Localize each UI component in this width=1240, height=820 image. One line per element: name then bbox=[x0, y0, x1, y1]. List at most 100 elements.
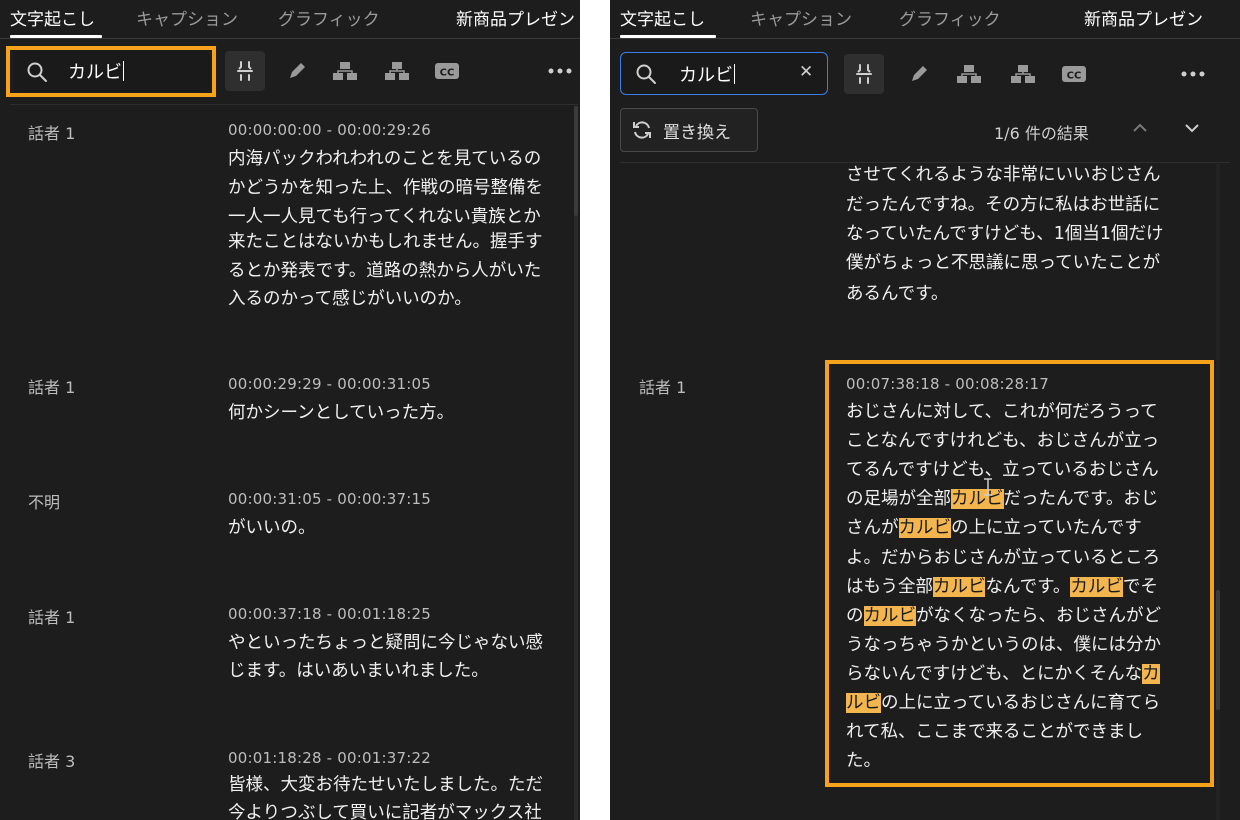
more-icon bbox=[1181, 71, 1205, 77]
transcript-line[interactable]: らないんですけども、とにかくそんなカ bbox=[846, 660, 1160, 685]
transcript-line[interactable]: の足場が全部カルビだったんです。おじ bbox=[846, 485, 1158, 510]
search-match-highlight[interactable]: カルビ bbox=[1070, 576, 1123, 597]
transcript-line[interactable]: あるんです。 bbox=[846, 280, 948, 305]
search-match-highlight[interactable]: ルビ bbox=[846, 693, 881, 713]
transcript-text[interactable]: うなっちゃうかというのは、僕には分か bbox=[846, 635, 1161, 655]
merge-segments-icon bbox=[333, 62, 357, 80]
transcript-line[interactable]: おじさんに対して、これが何だろうって bbox=[846, 398, 1158, 423]
create-captions-button[interactable]: CC bbox=[1054, 54, 1094, 94]
speaker-label[interactable]: 話者 1 bbox=[28, 374, 75, 398]
timecode: 00:00:29:29 - 00:00:31:05 bbox=[228, 375, 431, 393]
split-segment-button[interactable] bbox=[225, 51, 265, 91]
tab-graphics[interactable]: グラフィック bbox=[278, 5, 380, 30]
transcript-line[interactable]: てるんですけども、立っているおじさん bbox=[846, 456, 1159, 481]
transcript-line[interactable]: 来たことはないかもしれません。握手す bbox=[228, 228, 542, 253]
transcript-line[interactable]: がいいの。 bbox=[228, 514, 316, 539]
transcript-line[interactable]: なっていたんですけども、1個当1個だけ bbox=[846, 220, 1164, 245]
next-result-button[interactable] bbox=[1180, 114, 1204, 142]
tab-transcript[interactable]: 文字起こし bbox=[620, 5, 705, 30]
transcript-text[interactable]: てるんですけども、立っているおじさん bbox=[846, 460, 1159, 480]
transcript-text[interactable]: さんが bbox=[846, 518, 899, 538]
transcript-line[interactable]: かどうかを知った上、作戦の暗号整備を bbox=[228, 174, 543, 199]
transcript-line[interactable]: れて私、ここまで来ることができまし bbox=[846, 718, 1143, 743]
transcript-line[interactable]: 一人一人見ても行ってくれない貴族とか bbox=[228, 203, 541, 228]
speaker-label[interactable]: 話者 1 bbox=[639, 374, 686, 398]
tab-bar: 文字起こし キャプション グラフィック 新商品プレゼン bbox=[0, 0, 580, 39]
transcript-line[interactable]: させてくれるような非常にいいおじさん bbox=[846, 161, 1160, 186]
transcript-text[interactable]: れて私、ここまで来ることができまし bbox=[846, 722, 1143, 742]
scrollbar-thumb[interactable] bbox=[574, 106, 578, 216]
more-options-button[interactable] bbox=[1173, 54, 1213, 94]
search-match-highlight[interactable]: カルビ bbox=[932, 576, 986, 597]
split-segment-button[interactable] bbox=[844, 54, 884, 94]
search-match-highlight[interactable]: カルビ bbox=[898, 518, 951, 539]
transcript-line[interactable]: うなっちゃうかというのは、僕には分か bbox=[846, 631, 1161, 656]
speaker-button[interactable] bbox=[377, 51, 417, 91]
transcript-line[interactable]: やといったちょっと疑問に今じゃない感 bbox=[228, 629, 543, 654]
cc-icon: CC bbox=[1062, 66, 1086, 82]
clear-search-icon[interactable]: ✕ bbox=[799, 62, 813, 82]
timecode: 00:07:38:18 - 00:08:28:17 bbox=[846, 375, 1049, 393]
merge-button[interactable] bbox=[325, 51, 365, 91]
merge-button[interactable] bbox=[949, 54, 989, 94]
speaker-button[interactable] bbox=[1003, 54, 1043, 94]
transcript-line[interactable]: はもう全部カルビなんです。カルビでそ bbox=[846, 573, 1158, 598]
search-match-highlight[interactable]: カ bbox=[1142, 663, 1160, 684]
transcript-text[interactable]: らないんですけども、とにかくそんな bbox=[846, 664, 1142, 684]
transcript-line[interactable]: 何かシーンとしていった方。 bbox=[228, 399, 454, 424]
transcript-text[interactable]: おじさんに対して、これが何だろうって bbox=[846, 402, 1158, 422]
scrollbar-track[interactable] bbox=[1216, 164, 1220, 820]
transcript-line[interactable]: 僕がちょっと不思議に思っていたことが bbox=[846, 249, 1160, 274]
transcript-line[interactable]: た。 bbox=[846, 747, 881, 772]
transcript-text[interactable]: はもう全部 bbox=[846, 577, 933, 597]
transcript-line[interactable]: 皆様、大変お待たせいたしました。ただ bbox=[228, 771, 543, 796]
speaker-label[interactable]: 話者 1 bbox=[28, 604, 75, 628]
transcript-text[interactable]: の足場が全部 bbox=[846, 489, 951, 509]
transcript-line[interactable]: 今よりつぶして買いに記者がマックス社 bbox=[228, 799, 542, 820]
transcript-text[interactable]: の上に立っていたんです bbox=[951, 518, 1142, 538]
transcript-panel-left: 文字起こし キャプション グラフィック 新商品プレゼン カルビ CC 話者 1 … bbox=[0, 0, 580, 820]
transcript-text[interactable]: ことなんですけれども、おじさんが立っ bbox=[846, 431, 1159, 451]
previous-result-button[interactable] bbox=[1128, 114, 1152, 142]
search-match-highlight[interactable]: カルビ bbox=[951, 489, 1004, 510]
transcript-text[interactable]: の bbox=[846, 606, 864, 626]
tab-captions[interactable]: キャプション bbox=[136, 5, 238, 30]
transcript-line[interactable]: よ。だからおじさんが立っているところ bbox=[846, 544, 1160, 569]
transcript-text[interactable]: の上に立っているおじさんに育てら bbox=[881, 693, 1160, 713]
transcript-line[interactable]: 入るのかって感じがいいのか。 bbox=[228, 285, 472, 310]
transcript-text[interactable]: がなくなったら、おじさんがど bbox=[916, 606, 1161, 626]
timecode: 00:00:31:05 - 00:00:37:15 bbox=[228, 490, 431, 508]
create-captions-button[interactable]: CC bbox=[427, 51, 467, 91]
svg-text:CC: CC bbox=[440, 68, 455, 79]
transcript-line[interactable]: るとか発表です。道路の熱から人がいた bbox=[228, 257, 541, 282]
edit-button[interactable] bbox=[899, 54, 939, 94]
search-input[interactable]: カルビ ✕ bbox=[620, 52, 828, 95]
edit-button[interactable] bbox=[277, 51, 317, 91]
search-match-highlight[interactable]: カルビ bbox=[863, 605, 916, 626]
speaker-label[interactable]: 不明 bbox=[28, 489, 60, 513]
transcript-line[interactable]: のカルビがなくなったら、おじさんがど bbox=[846, 602, 1161, 627]
transcript-line[interactable]: ルビの上に立っているおじさんに育てら bbox=[846, 689, 1160, 714]
transcript-text[interactable]: だったんです。おじ bbox=[1004, 489, 1159, 509]
transcript-text[interactable]: た。 bbox=[846, 751, 881, 771]
transcript-text[interactable]: でそ bbox=[1123, 577, 1158, 597]
transcript-text[interactable]: よ。だからおじさんが立っているところ bbox=[846, 548, 1160, 568]
speaker-label[interactable]: 話者 1 bbox=[28, 120, 75, 144]
tab-transcript[interactable]: 文字起こし bbox=[10, 5, 95, 30]
speaker-label[interactable]: 話者 3 bbox=[28, 748, 75, 772]
scrollbar-thumb[interactable] bbox=[1216, 590, 1220, 710]
transcript-line[interactable]: 内海パックわれわれのことを見ているの bbox=[228, 145, 541, 170]
search-icon bbox=[636, 64, 656, 84]
more-options-button[interactable] bbox=[540, 51, 580, 91]
transcript-line[interactable]: さんがカルビの上に立っていたんです bbox=[846, 514, 1142, 539]
transcript-text[interactable]: なんです。 bbox=[985, 577, 1070, 597]
transcript-line[interactable]: じます。はいあいまいれました。 bbox=[228, 657, 489, 682]
search-query: カルビ bbox=[679, 65, 733, 86]
replace-button[interactable]: 置き換え bbox=[620, 108, 758, 152]
tab-captions[interactable]: キャプション bbox=[750, 5, 852, 30]
transcript-line[interactable]: だったんですね。その方に私はお世話に bbox=[846, 191, 1160, 216]
speaker-segments-icon bbox=[385, 62, 409, 80]
search-input[interactable]: カルビ bbox=[14, 50, 210, 92]
tab-graphics[interactable]: グラフィック bbox=[899, 5, 1001, 30]
transcript-line[interactable]: ことなんですけれども、おじさんが立っ bbox=[846, 427, 1159, 452]
